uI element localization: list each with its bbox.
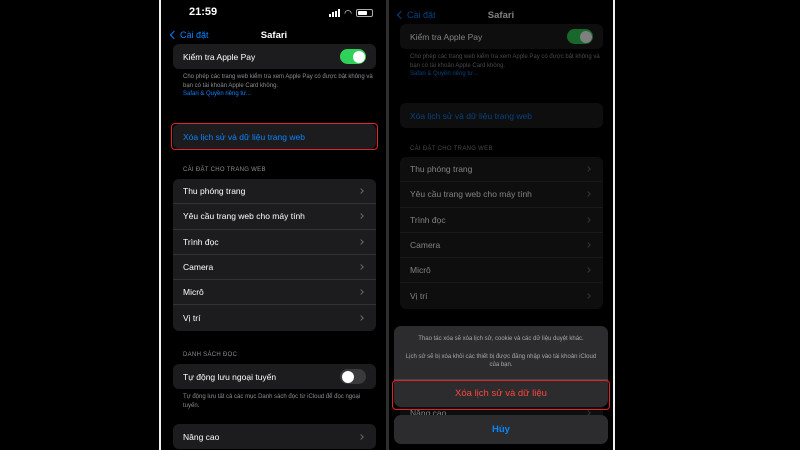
chevron-right-icon: [358, 188, 364, 194]
sheet-message-icloud: Lịch sử sẽ bị xóa khỏi các thiết bị được…: [405, 353, 597, 369]
apple-pay-note: Cho phép các trang web kiểm tra xem Appl…: [183, 74, 373, 99]
website-setting-row[interactable]: Camera: [173, 255, 376, 281]
wifi-icon: ◠: [344, 8, 352, 18]
highlight-clear-history: [171, 123, 378, 150]
offline-row: Tự động lưu ngoại tuyến: [173, 364, 376, 389]
website-setting-row[interactable]: Yêu cầu trang web cho máy tính: [173, 204, 376, 230]
offline-label: Tự động lưu ngoại tuyến: [183, 371, 277, 382]
chevron-right-icon: [358, 264, 364, 270]
chevron-right-icon: [358, 213, 364, 220]
status-bar: 21:59 ◠: [163, 6, 385, 22]
website-settings-header: CÀI ĐẶT CHO TRANG WEB: [183, 167, 266, 173]
website-setting-row[interactable]: Vị trí: [173, 305, 376, 330]
apple-pay-toggle[interactable]: [340, 49, 366, 65]
website-setting-row[interactable]: Micrô: [173, 280, 376, 306]
status-time: 21:59: [189, 6, 218, 18]
chevron-right-icon: [358, 433, 364, 440]
advanced-row[interactable]: Nâng cao: [173, 424, 376, 449]
reading-list-group: Tự động lưu ngoại tuyến: [173, 364, 376, 390]
website-setting-row[interactable]: Trình đọc: [173, 230, 376, 255]
chevron-right-icon: [358, 315, 364, 321]
cancel-button[interactable]: Hủy: [394, 415, 608, 444]
right-edge: [613, 0, 615, 450]
apple-pay-row: Kiểm tra Apple Pay: [173, 44, 376, 69]
advanced-group: Nâng cao: [173, 424, 376, 450]
left-edge: [159, 0, 161, 450]
right-screenshot: Cài đặt Safari Kiểm tra Apple Pay Cho ph…: [390, 0, 612, 450]
privacy-link[interactable]: Safari & Quyền riêng tư...: [183, 90, 373, 99]
panel-divider: [386, 0, 389, 450]
offline-note: Tự động lưu tất cả các mục Danh sách đọc…: [183, 394, 361, 409]
apple-pay-group: Kiểm tra Apple Pay: [173, 44, 376, 70]
sheet-message: Thao tác xóa sẽ xóa lịch sử, cookie và c…: [418, 336, 584, 342]
website-setting-row[interactable]: Thu phóng trang: [173, 179, 376, 205]
chevron-right-icon: [358, 238, 364, 245]
apple-pay-label: Kiểm tra Apple Pay: [183, 51, 256, 62]
highlight-confirm-clear: [392, 380, 610, 410]
cellular-signal-icon: [329, 9, 341, 17]
offline-toggle[interactable]: [340, 369, 366, 385]
left-screenshot: 21:59 ◠ Cài đặt Safari Kiểm tra Apple Pa…: [163, 0, 385, 450]
page-title: Safari: [260, 30, 288, 41]
website-settings-group: Thu phóng trang Yêu cầu trang web cho má…: [173, 179, 376, 331]
reading-list-header: DANH SÁCH ĐỌC: [183, 352, 238, 358]
battery-icon: [356, 9, 373, 17]
chevron-right-icon: [358, 289, 364, 296]
